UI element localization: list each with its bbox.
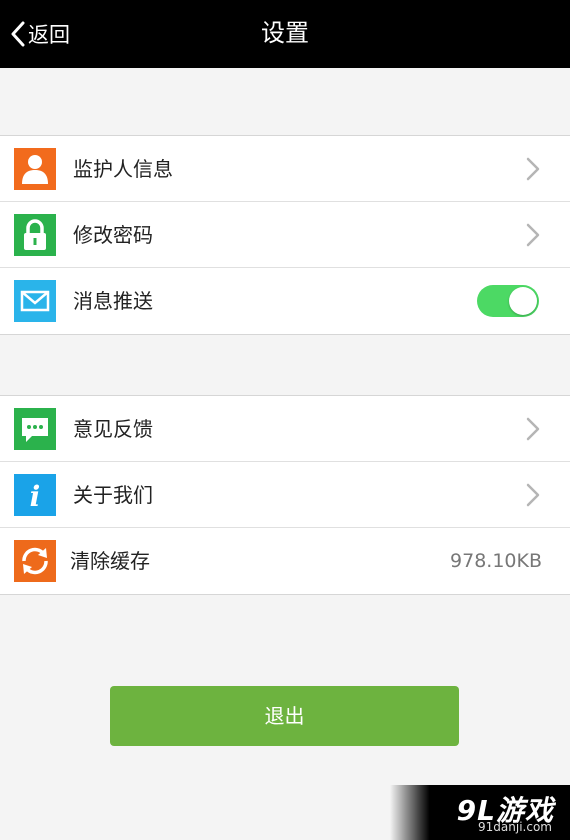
settings-group-general: 意见反馈 i 关于我们 清除缓存 978.10KB — [0, 395, 570, 595]
about-us-label: 关于我们 — [73, 483, 153, 507]
settings-row-change-password[interactable]: 修改密码 — [0, 202, 570, 268]
toggle-knob — [509, 287, 537, 315]
person-icon — [14, 148, 56, 190]
push-notifications-label: 消息推送 — [73, 289, 153, 313]
settings-row-push-notifications: 消息推送 — [0, 268, 570, 334]
page-title: 设置 — [261, 19, 309, 47]
cache-size-value: 978.10KB — [450, 550, 542, 572]
chevron-right-icon — [526, 483, 540, 507]
logout-button[interactable]: 退出 — [110, 686, 459, 746]
svg-text:i: i — [30, 480, 41, 513]
mail-icon — [14, 280, 56, 322]
guardian-info-label: 监护人信息 — [73, 157, 173, 181]
lock-icon — [14, 214, 56, 256]
settings-row-clear-cache[interactable]: 清除缓存 978.10KB — [0, 528, 570, 594]
top-bar: 返回 设置 — [0, 0, 570, 68]
settings-row-about-us[interactable]: i 关于我们 — [0, 462, 570, 528]
refresh-icon — [14, 540, 56, 582]
chevron-right-icon — [526, 223, 540, 247]
settings-row-guardian-info[interactable]: 监护人信息 — [0, 136, 570, 202]
chat-bubble-icon — [14, 408, 56, 450]
push-notifications-toggle[interactable] — [477, 285, 539, 317]
watermark-site: 91danji.com — [478, 820, 552, 834]
chevron-right-icon — [526, 417, 540, 441]
settings-group-account: 监护人信息 修改密码 消息推送 — [0, 135, 570, 335]
info-icon: i — [14, 474, 56, 516]
clear-cache-label: 清除缓存 — [70, 549, 150, 573]
change-password-label: 修改密码 — [73, 223, 153, 247]
settings-row-feedback[interactable]: 意见反馈 — [0, 396, 570, 462]
chevron-right-icon — [526, 157, 540, 181]
feedback-label: 意见反馈 — [73, 417, 153, 441]
watermark: 9L游戏 91danji.com — [390, 785, 570, 840]
